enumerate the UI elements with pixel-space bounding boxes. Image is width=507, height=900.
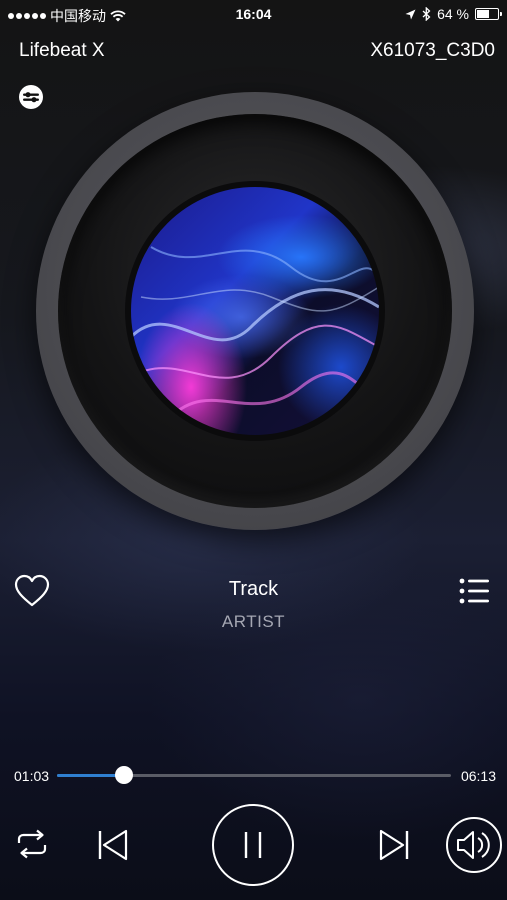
track-artist: ARTIST (221, 612, 286, 631)
volume-icon (457, 831, 490, 859)
device-id[interactable]: X61073_C3D0 (370, 40, 495, 62)
elapsed-time: 01:03 (14, 768, 50, 784)
pause-icon (244, 832, 262, 858)
source-toggle-icon[interactable] (18, 84, 44, 110)
list-icon[interactable] (459, 578, 489, 604)
play-pause-button[interactable] (212, 804, 294, 886)
app-title: Lifebeat X (19, 40, 105, 61)
battery-icon (475, 8, 502, 20)
status-bar: 中国移动 16:04 64 % (0, 0, 507, 28)
track-title: Track (228, 578, 279, 600)
record-disc (36, 92, 474, 530)
progress-fill (57, 774, 125, 777)
album-art (125, 181, 385, 441)
location-icon (405, 9, 416, 19)
status-right: 64 % (405, 6, 502, 22)
bluetooth-icon (422, 7, 431, 21)
next-icon[interactable] (377, 828, 411, 862)
previous-icon[interactable] (96, 828, 130, 862)
battery-cap (500, 12, 502, 16)
volume-button[interactable] (446, 817, 502, 873)
total-time: 06:13 (460, 768, 496, 784)
progress-bar[interactable] (57, 766, 451, 784)
battery-percent: 64 % (437, 6, 469, 22)
repeat-icon[interactable] (15, 828, 49, 860)
battery-fill (477, 10, 489, 18)
